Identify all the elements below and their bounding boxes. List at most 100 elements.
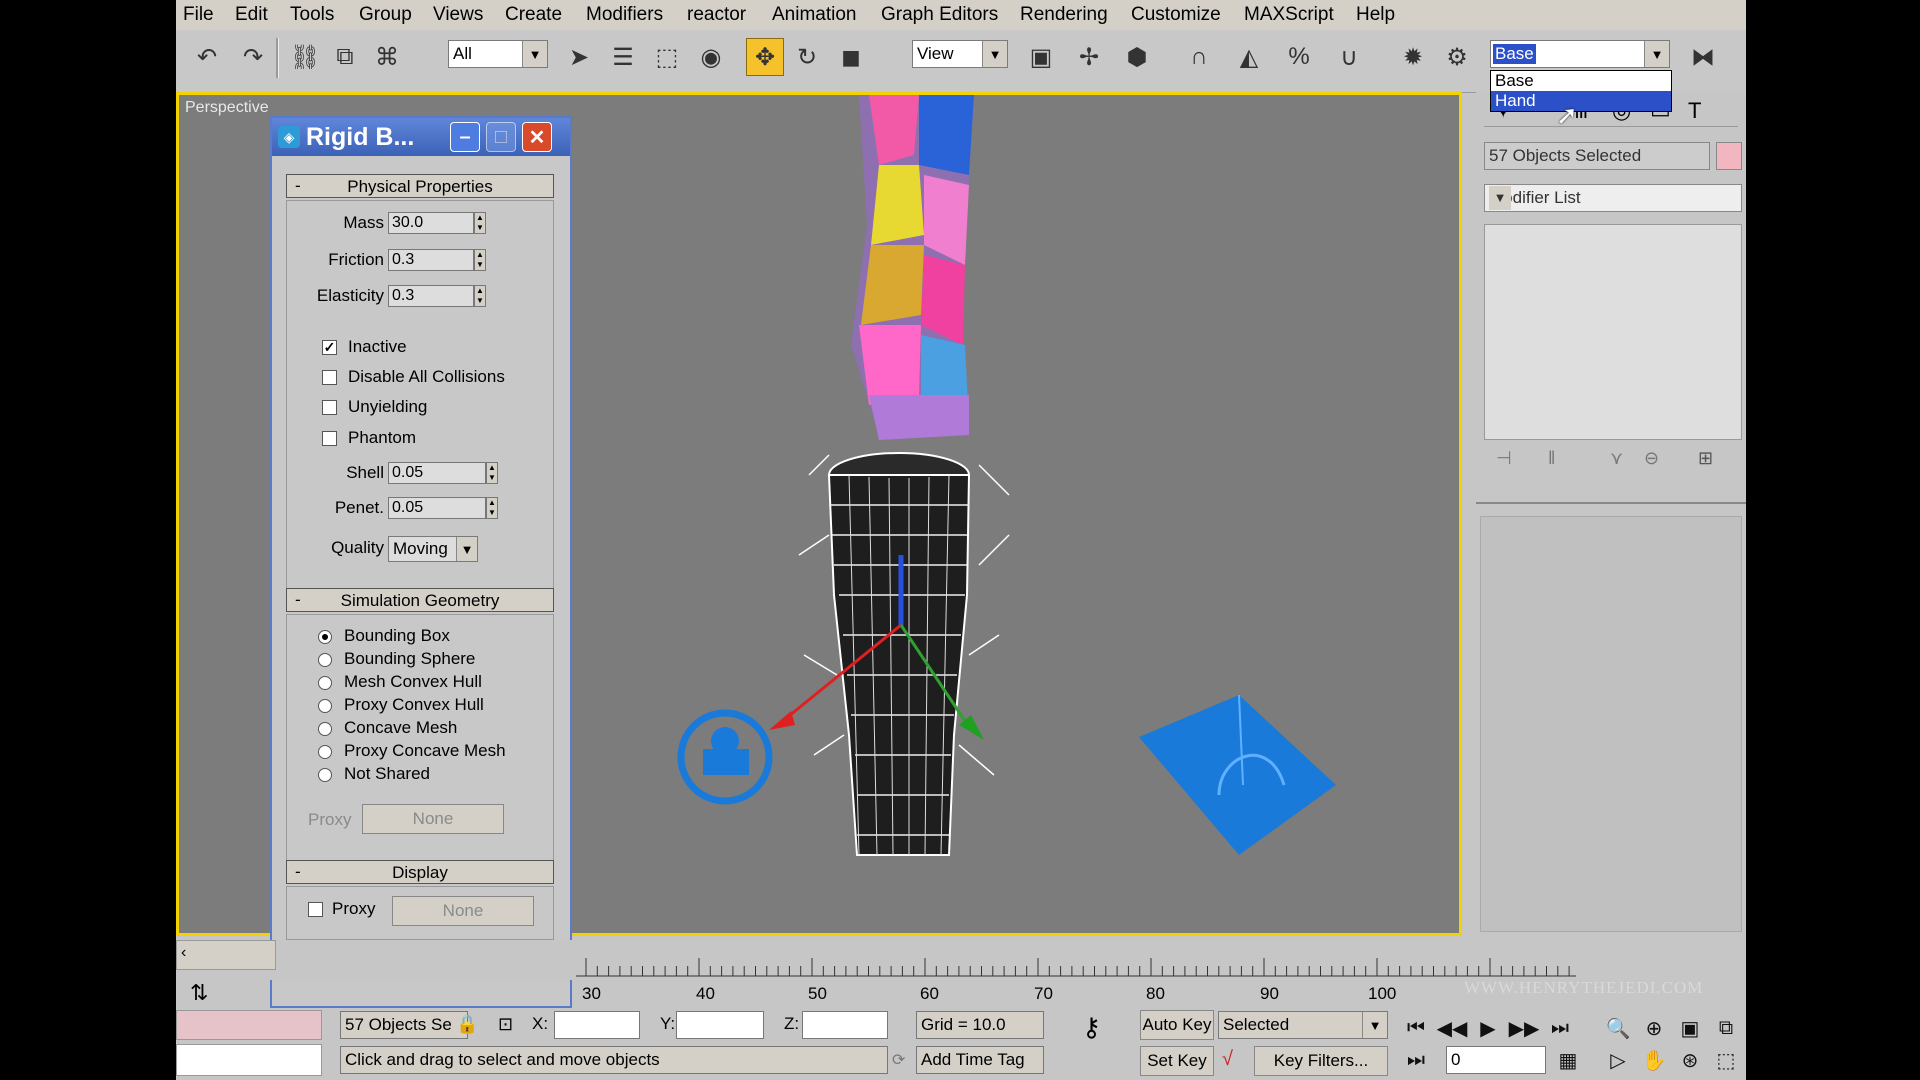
elasticity-spinner[interactable]: ▲ ▼ [474,285,486,307]
unlink-icon[interactable]: ⧉ [326,38,364,76]
snaps-toggle-icon[interactable]: ∩ [1180,38,1218,76]
z-coordinate-field[interactable] [802,1011,888,1039]
show-end-result-icon[interactable]: ‖ [1548,448,1555,469]
key-set-dropdown[interactable]: Selected ▼ [1218,1011,1388,1039]
zoom-all-icon[interactable]: ⊕ [1640,1014,1668,1042]
quality-dropdown[interactable]: Moving ▼ [388,536,478,562]
menu-tools[interactable]: Tools [290,4,334,26]
physical-properties-rollout[interactable]: - Physical Properties [286,174,554,198]
mesh-convex-hull-radio[interactable] [318,676,332,690]
keyboard-shortcut-icon[interactable]: ⬢ [1118,38,1156,76]
auto-key-button[interactable]: Auto Key [1140,1010,1214,1040]
modifier-list-dropdown[interactable]: Modifier List ▼ [1484,184,1742,212]
window-crossing-icon[interactable]: ◉ [692,38,730,76]
option-base[interactable]: Base [1491,71,1671,91]
redo-icon[interactable]: ↷ [234,38,272,76]
select-and-rotate-icon[interactable]: ↻ [788,38,826,76]
zoom-icon[interactable]: 🔍 [1604,1014,1632,1042]
menu-animation[interactable]: Animation [772,4,857,26]
constraint-plane-helper[interactable] [1139,694,1336,855]
default-tangent-icon[interactable]: √ [1222,1048,1233,1071]
percent-snap-icon[interactable]: % [1280,38,1318,76]
next-frame-icon[interactable]: ▶▶ [1509,1014,1540,1042]
utilities-tab-icon[interactable]: T [1688,98,1701,124]
x-coordinate-field[interactable] [554,1011,640,1039]
edit-named-selections-icon[interactable]: ✹ [1394,38,1432,76]
close-icon[interactable]: ✕ [522,122,552,152]
phantom-checkbox[interactable] [322,431,337,446]
not-shared-radio[interactable] [318,768,332,782]
y-coordinate-field[interactable] [676,1011,764,1039]
set-key-button[interactable]: Set Key [1140,1046,1214,1076]
penetration-field[interactable]: 0.05 [388,497,486,519]
maxscript-input[interactable] [176,1044,322,1076]
friction-field[interactable]: 0.3 [388,249,474,271]
proxy-concave-mesh-radio[interactable] [318,745,332,759]
field-of-view-icon[interactable]: ▷ [1604,1046,1632,1074]
menu-modifiers[interactable]: Modifiers [586,4,663,26]
pivot-center-icon[interactable]: ▣ [1022,38,1060,76]
menu-reactor[interactable]: reactor [687,4,746,26]
bind-space-warp-icon[interactable]: ⌘ [368,38,406,76]
play-icon[interactable]: ▶ [1474,1014,1502,1042]
named-selection-dropdown[interactable]: Base ▼ [1490,40,1670,68]
previous-frame-icon[interactable]: ◀◀ [1437,1014,1468,1042]
concave-mesh-radio[interactable] [318,722,332,736]
absolute-mode-icon[interactable]: ⊡ [498,1014,513,1035]
elasticity-field[interactable]: 0.3 [388,285,474,307]
time-slider-prev[interactable]: ‹ [176,940,276,970]
menu-views[interactable]: Views [433,4,483,26]
menu-maxscript[interactable]: MAXScript [1244,4,1334,26]
time-configuration-icon[interactable]: ▦ [1554,1046,1582,1074]
undo-icon[interactable]: ↶ [188,38,226,76]
key-mode-toggle-icon[interactable]: ⏭ [1402,1046,1430,1074]
unyielding-checkbox[interactable] [322,400,337,415]
select-object-icon[interactable]: ➤ [560,38,598,76]
mass-spinner[interactable]: ▲ ▼ [474,212,486,234]
lock-icon[interactable]: 🔒 [456,1014,478,1035]
option-hand[interactable]: Hand [1491,91,1671,111]
selection-filter-dropdown[interactable]: All ▼ [448,40,548,68]
pan-icon[interactable]: ✋ [1640,1046,1668,1074]
shell-field[interactable]: 0.05 [388,462,486,484]
display-rollout[interactable]: - Display [286,860,554,884]
minimize-icon[interactable]: – [450,122,480,152]
reference-coordinate-dropdown[interactable]: View ▼ [912,40,1008,68]
disable-all-collisions-checkbox[interactable] [322,370,337,385]
object-color-swatch[interactable] [1716,142,1742,170]
menu-customize[interactable]: Customize [1131,4,1221,26]
maxscript-listener-mini[interactable] [176,1010,322,1040]
simulation-geometry-rollout[interactable]: - Simulation Geometry [286,588,554,612]
zoom-extents-all-icon[interactable]: ⧉ [1712,1014,1740,1042]
menu-edit[interactable]: Edit [235,4,268,26]
menu-rendering[interactable]: Rendering [1020,4,1108,26]
key-filters-button[interactable]: Key Filters... [1254,1046,1388,1076]
friction-spinner[interactable]: ▲ ▼ [474,249,486,271]
mini-curve-toggle-icon[interactable]: ⇅ [176,974,226,1014]
display-proxy-checkbox[interactable] [308,902,323,917]
select-by-name-icon[interactable]: ☰ [604,38,642,76]
shell-spinner[interactable]: ▲ ▼ [486,462,498,484]
remove-modifier-icon[interactable]: ⊖ [1644,448,1659,469]
dialog-title-bar[interactable]: ◈ Rigid B... – □ ✕ [272,118,570,156]
pin-stack-icon[interactable]: ⊣ [1496,448,1512,469]
bounding-sphere-radio[interactable] [318,653,332,667]
go-to-start-icon[interactable]: ⏮ [1402,1014,1430,1042]
configure-modifier-sets-icon[interactable]: ⊞ [1698,448,1713,469]
proxy-convex-hull-radio[interactable] [318,699,332,713]
menu-graph-editors[interactable]: Graph Editors [881,4,998,26]
menu-create[interactable]: Create [505,4,562,26]
rectangular-selection-icon[interactable]: ⬚ [648,38,686,76]
named-selection-list[interactable]: Base Hand [1490,70,1672,112]
selection-name-field[interactable]: 57 Objects Selected [1484,142,1710,170]
make-unique-icon[interactable]: ⋎ [1610,448,1623,469]
bounding-box-radio[interactable] [318,630,332,644]
current-frame-field[interactable]: 0 [1446,1046,1546,1074]
key-mode-icon[interactable]: ⚷ [1082,1012,1101,1043]
inactive-checkbox[interactable]: ✓ [322,340,337,355]
spinner-snap-icon[interactable]: ∪ [1330,38,1368,76]
menu-help[interactable]: Help [1356,4,1395,26]
mass-field[interactable]: 30.0 [388,212,474,234]
reactor-helper-icon[interactable] [677,709,773,805]
timeline[interactable]: ‹ ⇅ 30 40 50 60 70 80 90 100 [176,940,1746,1005]
